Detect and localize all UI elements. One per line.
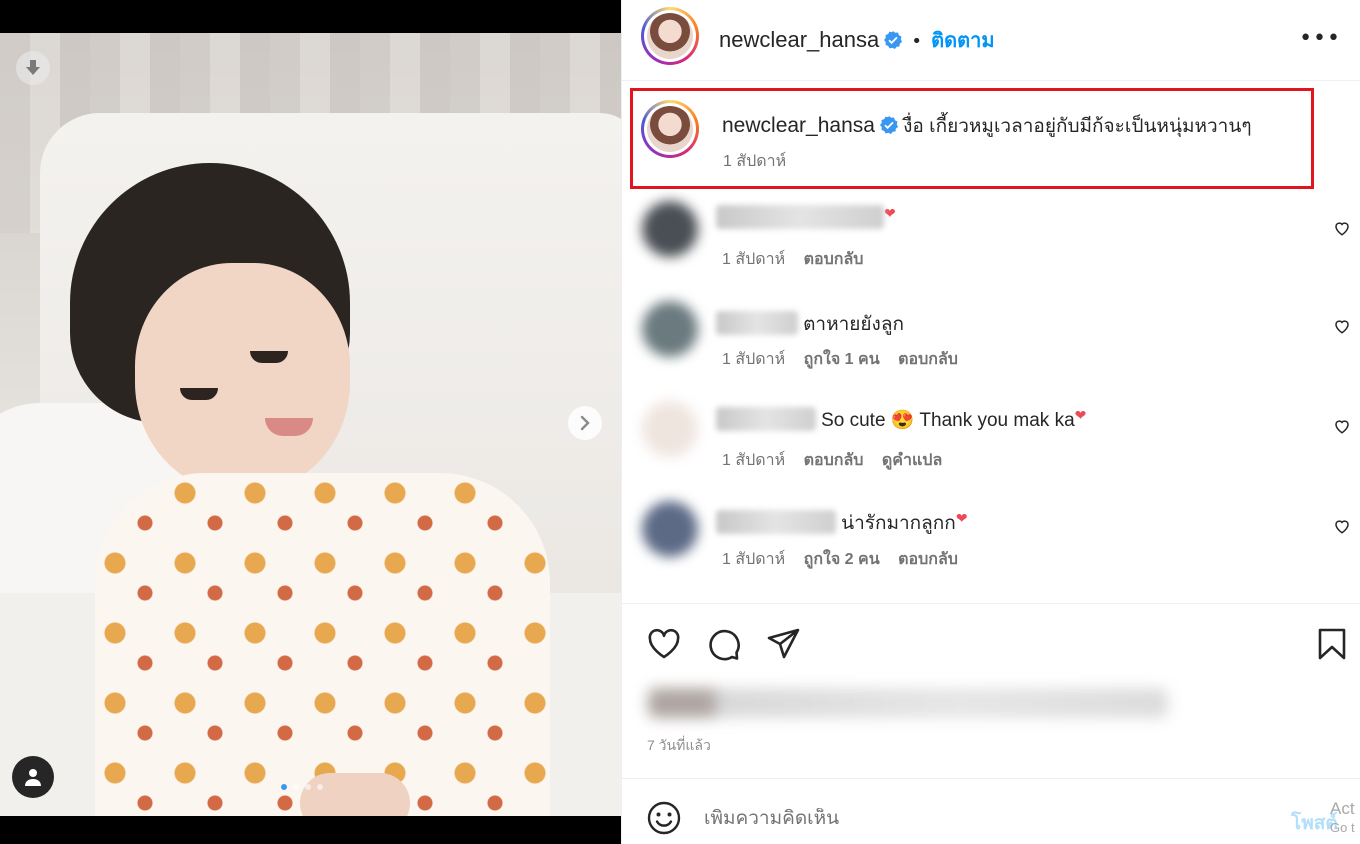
comment-text: ตาหายยังลูก	[803, 314, 904, 335]
carousel-dot	[305, 784, 311, 790]
download-button[interactable]	[16, 51, 50, 85]
comment-time[interactable]: 1 สัปดาห์	[722, 351, 785, 368]
activation-watermark: Act Go t	[1330, 798, 1355, 836]
author-avatar-image	[647, 13, 693, 59]
carousel-dot	[293, 784, 299, 790]
verified-badge-icon	[880, 116, 899, 134]
see-translation-button[interactable]: ดูคำแปล	[882, 452, 942, 469]
caption-avatar-image	[647, 106, 693, 152]
post-details-panel: newclear_hansa • ติดตาม ••• newclear_han…	[621, 0, 1360, 844]
photo-child-hand	[300, 773, 410, 816]
caption-avatar[interactable]	[641, 100, 699, 158]
comment-heart-emoji: ❤	[955, 511, 968, 527]
photo-child-eye-right	[250, 351, 288, 363]
post-timestamp[interactable]: 7 วันที่แล้ว	[647, 735, 711, 757]
header-separator: •	[911, 31, 923, 52]
comment-text: So cute 😍 Thank you mak ka	[821, 410, 1075, 431]
more-options-button[interactable]: •••	[1299, 26, 1341, 51]
user-tag-icon	[25, 769, 41, 786]
caption-highlight: newclear_hansa งื่อ เกี้ยวหมูเวลาอยู่กับ…	[630, 88, 1314, 189]
carousel-indicator	[281, 784, 323, 790]
add-comment-bar: โพสต์	[622, 780, 1360, 844]
comment-time[interactable]: 1 สัปดาห์	[722, 251, 785, 268]
comment-username-blurred[interactable]	[716, 510, 836, 534]
comment-like-icon[interactable]	[1333, 219, 1351, 237]
comment-avatar[interactable]	[642, 501, 698, 557]
comment-time[interactable]: 1 สัปดาห์	[722, 452, 785, 469]
carousel-dot	[281, 784, 287, 790]
chevron-right-icon	[580, 415, 590, 431]
user-tags-button[interactable]	[12, 756, 54, 798]
carousel-dot	[317, 784, 323, 790]
download-icon	[26, 60, 40, 75]
comment-likes-count[interactable]: ถูกใจ 1 คน	[804, 351, 880, 368]
photo-child-eye-left	[180, 388, 218, 400]
comment-heart-emoji: ❤	[884, 206, 896, 222]
photo-child-face	[135, 263, 350, 493]
comment-like-icon[interactable]	[1333, 517, 1351, 535]
comment-avatar[interactable]	[642, 201, 698, 257]
post-header: newclear_hansa • ติดตาม •••	[622, 0, 1360, 81]
author-username[interactable]: newclear_hansa	[719, 27, 879, 52]
bookmark-icon[interactable]	[1314, 626, 1350, 662]
comment-avatar[interactable]	[642, 301, 698, 357]
comment-like-icon[interactable]	[1333, 317, 1351, 335]
watermark-line-2: Go t	[1330, 820, 1355, 835]
comment-text: น่ารักมากลูกก	[841, 513, 956, 534]
comment-heart-emoji: ❤	[1074, 408, 1087, 424]
comment-input[interactable]	[704, 808, 1264, 830]
comment-reply-button[interactable]: ตอบกลับ	[804, 251, 864, 268]
comment-reply-button[interactable]: ตอบกลับ	[804, 452, 864, 469]
follow-button[interactable]: ติดตาม	[931, 30, 994, 52]
comment-username-blurred[interactable]	[716, 205, 884, 229]
caption-time[interactable]: 1 สัปดาห์	[723, 153, 786, 170]
more-icon: •••	[1299, 26, 1341, 51]
caption-username[interactable]: newclear_hansa	[722, 114, 875, 137]
post-photo[interactable]	[0, 33, 621, 816]
comment-item: น่ารักมากลูกก❤ 1 สัปดาห์ ถูกใจ 2 คน ตอบก…	[622, 497, 1360, 587]
comment-reply-button[interactable]: ตอบกลับ	[898, 351, 958, 368]
liked-by-blurred[interactable]	[648, 688, 1168, 718]
post-actions: 7 วันที่แล้ว	[622, 603, 1360, 779]
photo-child-pajama	[95, 473, 550, 816]
share-icon[interactable]	[766, 626, 802, 662]
caption-text: งื่อ เกี้ยวหมูเวลาอยู่กับมีก้จะเป็นหนุ่ม…	[903, 116, 1252, 137]
comment-username-blurred[interactable]	[716, 311, 798, 335]
comment-item: ❤ 1 สัปดาห์ ตอบกลับ	[622, 197, 1360, 287]
comment-time[interactable]: 1 สัปดาห์	[722, 551, 785, 568]
comment-item: ตาหายยังลูก 1 สัปดาห์ ถูกใจ 1 คน ตอบกลับ	[622, 297, 1360, 387]
comment-like-icon[interactable]	[1333, 417, 1351, 435]
verified-badge-icon	[884, 31, 903, 49]
heart-icon[interactable]	[646, 626, 682, 662]
emoji-icon[interactable]	[646, 800, 682, 836]
comment-reply-button[interactable]: ตอบกลับ	[898, 551, 958, 568]
comment-username-blurred[interactable]	[716, 407, 816, 431]
comment-likes-count[interactable]: ถูกใจ 2 คน	[804, 551, 880, 568]
comment-avatar[interactable]	[642, 401, 698, 457]
media-panel	[0, 0, 621, 844]
comment-item: So cute 😍 Thank you mak ka❤ 1 สัปดาห์ ตอ…	[622, 397, 1360, 487]
comment-icon[interactable]	[706, 626, 742, 662]
author-avatar[interactable]	[641, 7, 699, 65]
watermark-line-1: Act	[1330, 799, 1355, 818]
next-slide-button[interactable]	[568, 406, 602, 440]
